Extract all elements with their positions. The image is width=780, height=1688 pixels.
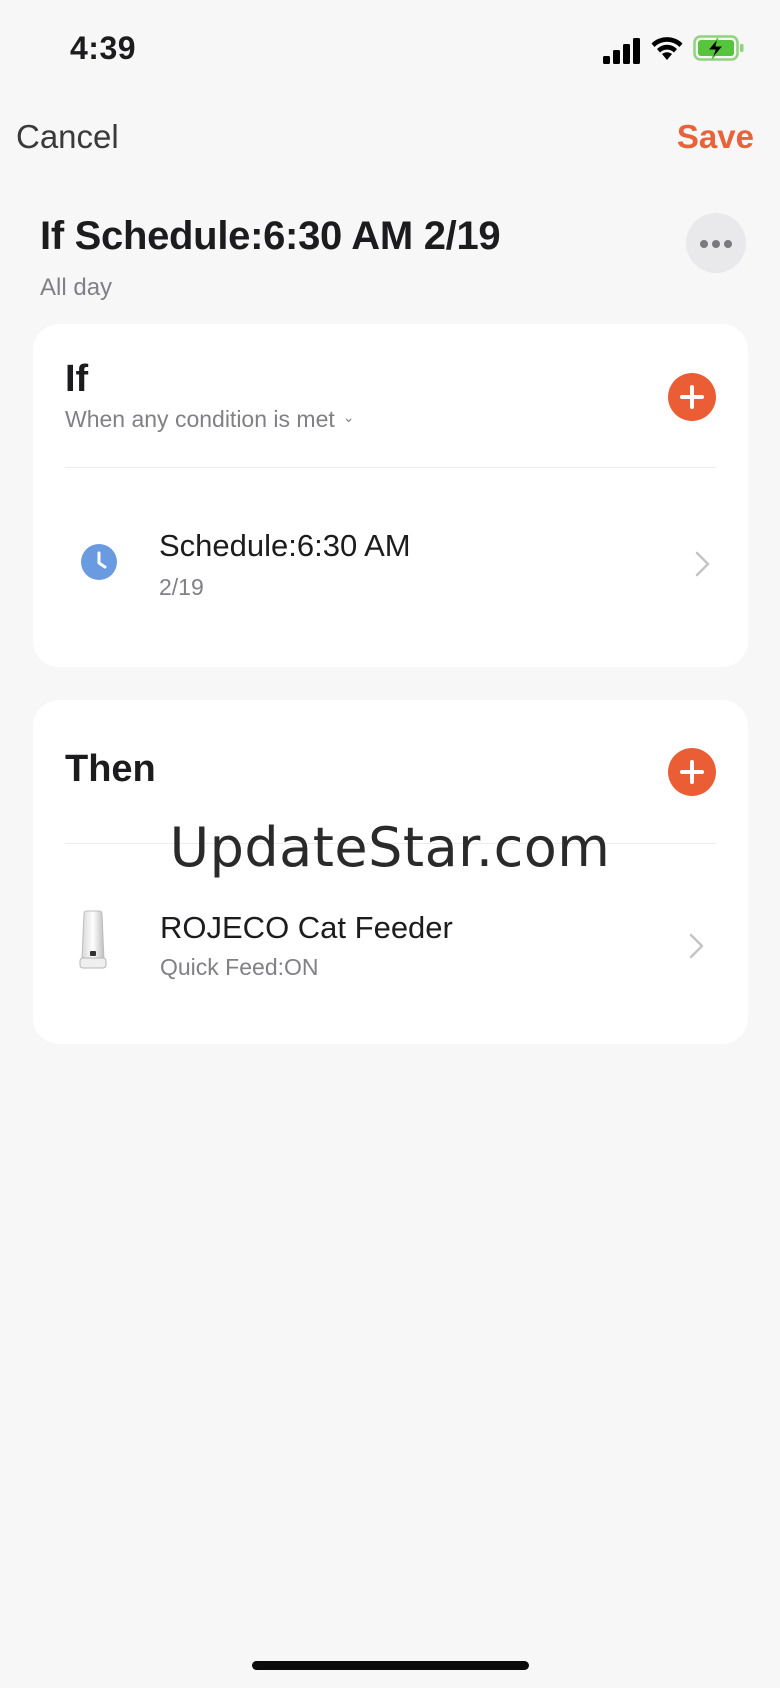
page-title[interactable]: If Schedule:6:30 AM 2/19	[40, 214, 501, 259]
cancel-button[interactable]: Cancel	[16, 118, 119, 156]
cellular-signal-icon	[603, 38, 640, 64]
condition-mode-selector[interactable]: When any condition is met ⌄	[65, 406, 354, 433]
more-options-button[interactable]	[686, 213, 746, 273]
chevron-right-icon	[689, 933, 704, 959]
more-dot-icon	[724, 240, 732, 248]
chevron-down-icon: ⌄	[342, 409, 355, 426]
divider	[65, 843, 716, 844]
condition-item-title: Schedule:6:30 AM	[159, 528, 411, 563]
battery-charging-icon	[693, 35, 744, 61]
add-action-button[interactable]	[668, 748, 716, 796]
cat-feeder-icon	[79, 910, 107, 969]
if-section-title: If	[65, 358, 89, 400]
action-item-title: ROJECO Cat Feeder	[160, 910, 453, 945]
more-dot-icon	[700, 240, 708, 248]
add-condition-button[interactable]	[668, 373, 716, 421]
chevron-right-icon	[695, 551, 710, 577]
home-indicator[interactable]	[252, 1661, 529, 1670]
if-card: If When any condition is met ⌄ Schedule:6…	[33, 324, 748, 667]
more-dot-icon	[712, 240, 720, 248]
wifi-icon	[651, 37, 683, 60]
status-bar: 4:39	[0, 0, 780, 100]
action-item[interactable]: ROJECO Cat Feeder Quick Feed:ON	[33, 872, 748, 992]
page-subtitle: All day	[40, 274, 113, 301]
save-button[interactable]: Save	[677, 118, 754, 156]
then-card: Then ROJECO Cat Feeder Quick Feed:ON	[33, 700, 748, 1044]
divider	[65, 467, 716, 468]
condition-item[interactable]: Schedule:6:30 AM 2/19	[33, 504, 748, 624]
status-time: 4:39	[70, 30, 137, 66]
action-item-subtitle: Quick Feed:ON	[160, 954, 319, 980]
clock-icon	[81, 544, 117, 580]
then-section-title: Then	[65, 748, 156, 790]
condition-item-subtitle: 2/19	[159, 574, 204, 600]
condition-mode-label: When any condition is met	[65, 406, 335, 432]
